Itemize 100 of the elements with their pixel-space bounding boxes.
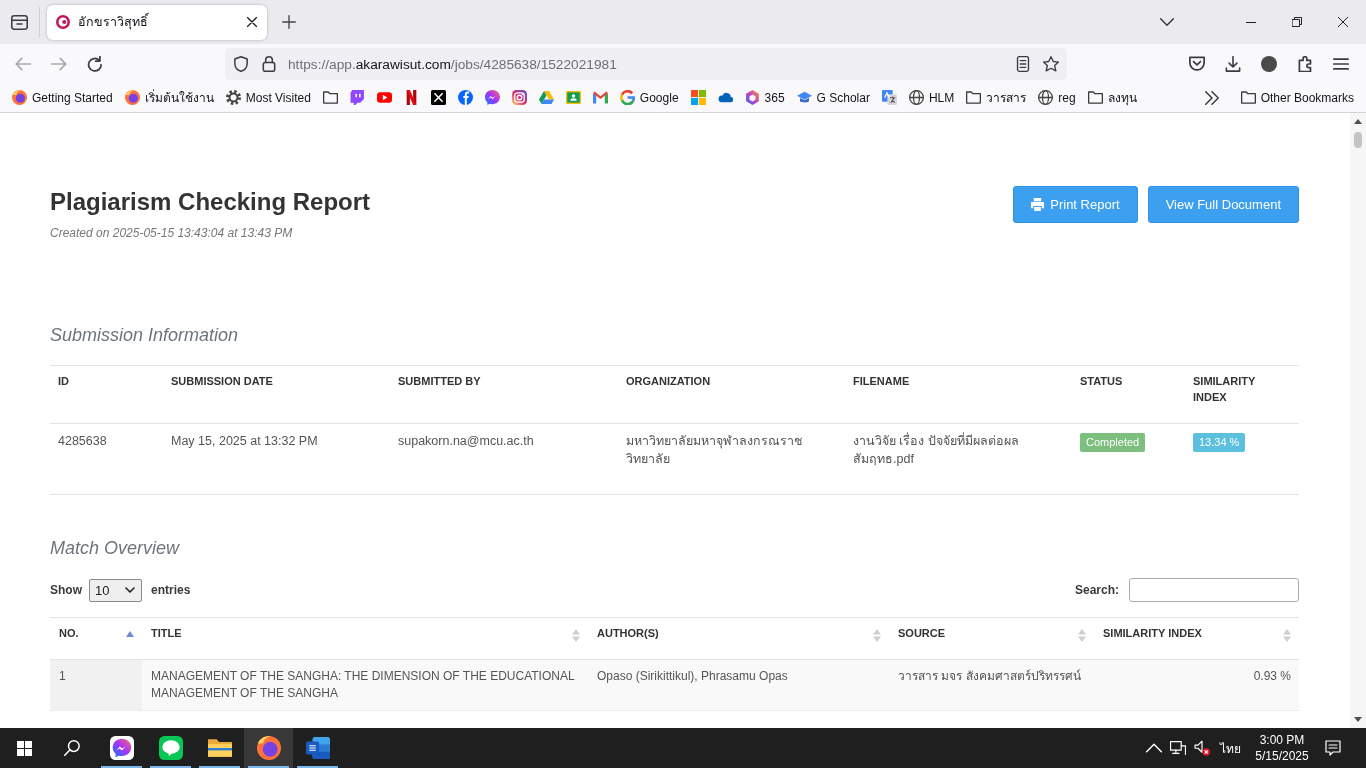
- letter-f-icon[interactable]: [457, 90, 473, 105]
- submission-id: 4285638: [58, 433, 107, 450]
- bookmark-link[interactable]: G Scholar: [792, 86, 874, 109]
- minimize-icon[interactable]: [1246, 21, 1256, 23]
- close-icon[interactable]: [247, 17, 257, 27]
- section-heading: Match Overview: [50, 537, 181, 560]
- bookmark-link[interactable]: reg: [1034, 86, 1080, 109]
- submitter-email: supakorn.na@mcu.ac.th: [398, 433, 534, 450]
- submission-date: May 15, 2025 at 13:32 PM: [171, 433, 318, 450]
- entries-select[interactable]: 10: [89, 578, 142, 602]
- folder-icon: [1240, 90, 1256, 105]
- status-badge: Completed: [1080, 433, 1146, 452]
- fox-globe-icon: [256, 736, 281, 760]
- speech-bubble-icon: [158, 736, 183, 760]
- network-monitor-icon[interactable]: [1170, 740, 1186, 756]
- board-icon[interactable]: [565, 90, 581, 105]
- four-squares-icon[interactable]: [690, 90, 706, 105]
- ring-logo-icon: [56, 15, 70, 29]
- sort-ascending-icon[interactable]: [126, 631, 134, 637]
- column-header: SUBMITTED BY: [398, 375, 481, 387]
- camera-icon[interactable]: [511, 90, 527, 105]
- column-header: SIMILARITY INDEX: [1193, 375, 1256, 403]
- envelope-icon[interactable]: [592, 90, 608, 105]
- bookmark-link[interactable]: ลงทุน: [1083, 84, 1141, 111]
- entries-label: entries: [151, 583, 191, 597]
- hexagon-icon: [744, 90, 760, 105]
- bookmark-link[interactable]: Getting Started: [8, 86, 117, 109]
- clock-time[interactable]: 3:00 PM: [1259, 732, 1305, 748]
- clock-date[interactable]: 5/15/2025: [1255, 748, 1309, 764]
- bookmark-link[interactable]: HLM: [904, 86, 959, 109]
- new-tab-icon[interactable]: [282, 15, 296, 29]
- pocket-icon[interactable]: [1189, 56, 1205, 72]
- triangle-icon[interactable]: [538, 90, 554, 105]
- chat-bolt-icon[interactable]: [484, 90, 500, 105]
- scroll-up-arrow-icon[interactable]: [1354, 119, 1362, 124]
- scroll-down-arrow-icon[interactable]: [1354, 717, 1362, 722]
- bookmark-link[interactable]: 365: [740, 86, 789, 109]
- column-header[interactable]: TITLE: [151, 625, 182, 641]
- match-title: MANAGEMENT OF THE SANGHA: THE DIMENSION OF THE EDUCATIONAL MANAGEMENT OF THE SANGHA: [151, 668, 576, 702]
- letter-g-icon: [619, 90, 635, 105]
- notifications-icon[interactable]: [1325, 740, 1341, 756]
- play-icon[interactable]: [376, 90, 392, 105]
- letter-x-icon[interactable]: [430, 90, 446, 105]
- gear-icon: [225, 90, 241, 105]
- created-date-text: Created on 2025-05-15 13:43:04 at 13:43 PM: [50, 225, 294, 242]
- globe-icon: [1038, 90, 1054, 105]
- menu-icon[interactable]: [1333, 56, 1349, 72]
- bookmark-link[interactable]: Other Bookmarks: [1236, 86, 1358, 109]
- column-header[interactable]: NO.: [59, 625, 79, 641]
- reload-icon[interactable]: [87, 56, 103, 72]
- reader-view-icon[interactable]: [1015, 56, 1031, 72]
- report-title: Plagiarism Checking Report: [50, 187, 371, 217]
- column-header[interactable]: SOURCE: [898, 625, 946, 641]
- folder-icon: [966, 90, 982, 105]
- chat-bolt-icon: [109, 736, 134, 760]
- translate-icon[interactable]: [881, 90, 897, 105]
- windows-logo-icon[interactable]: [16, 740, 32, 756]
- avatar-icon[interactable]: [1261, 56, 1277, 72]
- tab-list-icon[interactable]: [11, 13, 28, 31]
- match-number: 1: [59, 668, 66, 685]
- cloud-icon[interactable]: [717, 90, 733, 105]
- speaker-muted-icon[interactable]: [1194, 740, 1210, 756]
- search-icon[interactable]: [64, 740, 80, 756]
- fox-globe-icon: [12, 90, 27, 105]
- folder-icon: [207, 736, 232, 760]
- show-label: Show: [50, 583, 82, 597]
- search-field[interactable]: [1129, 578, 1299, 602]
- bookmark-link[interactable]: Google: [615, 86, 683, 109]
- lock-icon: [261, 56, 277, 72]
- column-header: STATUS: [1080, 375, 1123, 387]
- column-header[interactable]: SIMILARITY INDEX: [1103, 625, 1202, 641]
- section-heading: Submission Information: [50, 324, 240, 347]
- column-header[interactable]: AUTHOR(S): [597, 625, 659, 641]
- bookmark-link[interactable]: วารสาร: [962, 84, 1031, 111]
- close-icon[interactable]: [1338, 17, 1348, 27]
- bookmark-link[interactable]: เริ่มต้นใช้งาน: [120, 84, 218, 111]
- download-icon[interactable]: [1225, 56, 1241, 72]
- folder-icon: [1087, 90, 1103, 105]
- search-label: Search:: [1074, 583, 1119, 597]
- address-bar[interactable]: https://app.akarawisut.com/jobs/4285638/1522021981: [225, 48, 1067, 80]
- printer-icon: [1031, 198, 1045, 211]
- language-indicator[interactable]: ไทย: [1214, 738, 1246, 758]
- similarity-badge: 13.34 %: [1193, 433, 1246, 452]
- speech-bubble-icon[interactable]: [349, 90, 365, 105]
- match-authors: Opaso (Sirikittikul), Phrasamu Opas: [597, 668, 788, 685]
- globe-icon: [908, 90, 924, 105]
- puzzle-piece-icon[interactable]: [1297, 56, 1313, 72]
- star-icon[interactable]: [1043, 56, 1059, 72]
- column-header: ID: [58, 375, 69, 387]
- folder-icon[interactable]: [322, 90, 338, 105]
- chevron-down-icon[interactable]: [1160, 15, 1174, 29]
- scrollbar-thumb[interactable]: [1354, 132, 1362, 148]
- bookmark-link[interactable]: Most Visited: [221, 86, 315, 109]
- match-similarity: 0.93 %: [1253, 668, 1291, 685]
- url-text[interactable]: https://app.akarawisut.com/jobs/4285638/1522021981: [288, 56, 617, 72]
- column-header: FILENAME: [853, 375, 910, 387]
- browser-tab[interactable]: อักขราวิสุทธิ์: [47, 4, 267, 40]
- file-name: งานวิจัย เรื่อง ปัจจัยที่มีผลต่อผลสัมฤทธ.pdf: [853, 432, 1020, 468]
- double-chevron-icon[interactable]: [1204, 90, 1219, 105]
- restore-icon[interactable]: [1292, 17, 1302, 27]
